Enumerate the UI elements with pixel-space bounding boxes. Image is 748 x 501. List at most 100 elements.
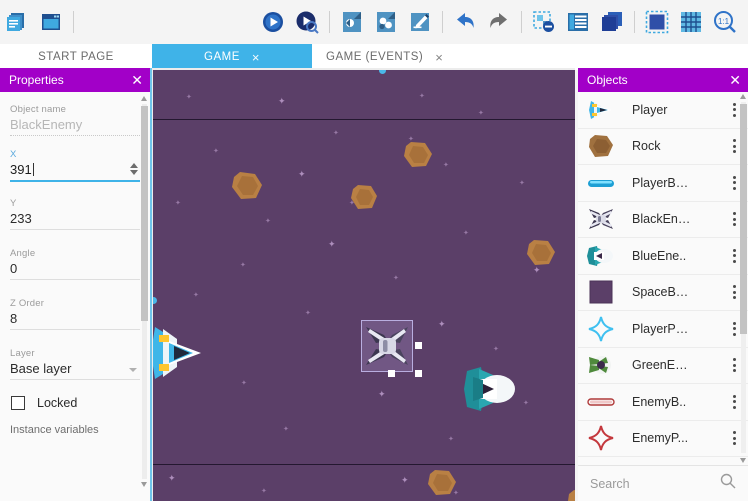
panel-title: Properties [9,73,64,87]
align-list-icon[interactable] [561,5,595,39]
stepper-down-icon[interactable] [130,170,138,175]
star: ✦ [186,94,192,101]
field-label: X [10,149,17,160]
layers-icon[interactable] [595,5,629,39]
stepper-up-icon[interactable] [130,163,138,168]
z-order-input[interactable]: 8 [10,311,140,330]
angle-input[interactable]: 0 [10,261,140,280]
objects-panel: Objects ✕ Player Rock PlayerB… BlackEn… … [578,68,748,501]
field-layer[interactable]: Layer Base layer [10,348,140,380]
selection-handle-corner[interactable] [415,370,422,377]
object-name-input[interactable]: BlackEnemy [10,117,140,136]
layout-view-icon[interactable] [34,5,68,39]
star: ✦ [519,180,525,187]
object-row-spacebackground[interactable]: SpaceB… [578,274,748,311]
run-layout-icon[interactable] [256,5,290,39]
objects-search-bar[interactable]: Search [578,465,748,501]
canvas-top-handle[interactable] [379,70,386,74]
star: ✦ [175,200,181,207]
rock-instance[interactable] [403,140,433,174]
no-snap-icon[interactable] [527,5,561,39]
y-input[interactable]: 233 [10,211,140,230]
field-object-name[interactable]: Object name BlackEnemy [10,104,140,136]
blue-enemy-instance[interactable] [463,363,517,420]
locked-row[interactable]: Locked [11,396,140,410]
close-icon[interactable]: ✕ [131,73,143,87]
tab-close-icon[interactable]: × [435,51,443,64]
selected-object-bounds[interactable] [361,320,413,372]
layer-select[interactable]: Base layer [10,361,140,380]
star: ✦ [213,148,219,155]
zoom-reset-icon[interactable]: 1:1 [708,5,742,39]
scroll-down-icon[interactable] [141,482,147,487]
tab-close-icon[interactable]: × [252,51,260,64]
selection-handle-bottom[interactable] [388,370,395,377]
locked-checkbox[interactable] [11,396,25,410]
layout-canvas-area[interactable]: ✦ ✦ ✦ ✦ ✦ ✦ ✦ ✦ ✦ ✦ ✦ ✦ ✦ ✦ ✦ ✦ ✦ ✦ ✦ ✦ … [150,68,575,501]
objects-scrollbar[interactable] [740,94,747,463]
field-y[interactable]: Y 233 [10,198,140,230]
field-x[interactable]: X 391 [10,149,140,182]
debug-layout-icon[interactable] [290,5,324,39]
object-row-blueenemy[interactable]: BlueEne.. [578,238,748,275]
field-label: Angle [10,248,36,259]
object-types-icon[interactable] [369,5,403,39]
player-particle-icon [586,315,616,343]
objects-list[interactable]: Player Rock PlayerB… BlackEn… BlueEne.. … [578,92,748,465]
object-row-playerbullet[interactable]: PlayerB… [578,165,748,202]
rock-instance[interactable] [427,468,457,501]
selection-handle-right[interactable] [415,342,422,349]
project-bar-icon[interactable] [0,5,34,39]
scrollbar-thumb[interactable] [740,104,747,334]
layer-select-value: Base layer [10,361,72,376]
chevron-down-icon[interactable] [129,368,137,372]
scrollbar-thumb[interactable] [141,106,148,321]
star: ✦ [393,275,399,282]
properties-scrollbar[interactable] [141,96,148,487]
object-name: BlueEne.. [632,248,687,263]
object-row-blackenemy[interactable]: BlackEn… [578,201,748,238]
scroll-down-icon[interactable] [740,458,746,463]
rock-instance[interactable] [567,488,575,501]
search-input[interactable]: Search [590,477,714,491]
fit-selection-icon[interactable] [640,5,674,39]
object-row-enemyparticle[interactable]: EnemyP... [578,420,748,457]
toolbar-separator [442,11,443,33]
layout-canvas[interactable]: ✦ ✦ ✦ ✦ ✦ ✦ ✦ ✦ ✦ ✦ ✦ ✦ ✦ ✦ ✦ ✦ ✦ ✦ ✦ ✦ … [153,70,575,501]
toolbar-separator [521,11,522,33]
search-icon[interactable] [720,473,736,494]
object-row-enemybullet[interactable]: EnemyB.. [578,384,748,421]
layout-bottom-boundary [153,464,575,465]
tab-label: GAME [204,51,240,63]
black-enemy-icon [586,205,616,233]
grid-icon[interactable] [674,5,708,39]
canvas-left-handle[interactable] [153,297,157,304]
x-input[interactable]: 391 [10,162,140,182]
close-icon[interactable]: ✕ [729,73,741,87]
scroll-up-icon[interactable] [740,94,746,99]
panel-title: Objects [587,73,628,87]
star: ✦ [443,162,449,169]
field-angle[interactable]: Angle 0 [10,248,140,280]
star: ✦ [378,389,386,399]
star: ✦ [241,380,247,387]
rock-instance[interactable] [526,238,556,272]
x-stepper[interactable] [130,163,138,175]
object-row-playerparticle[interactable]: PlayerP… [578,311,748,348]
star: ✦ [240,262,246,269]
object-row-greenenemy[interactable]: GreenE… [578,347,748,384]
field-z-order[interactable]: Z Order 8 [10,298,140,330]
rock-instance[interactable] [231,170,263,206]
undo-icon[interactable] [448,5,482,39]
edit-icon[interactable] [403,5,437,39]
player-instance[interactable] [153,323,207,388]
rock-instance[interactable] [350,183,378,216]
scroll-up-icon[interactable] [141,96,147,101]
object-row-player[interactable]: Player [578,92,748,129]
tab-start-page[interactable]: START PAGE [0,44,152,70]
tab-game[interactable]: GAME × [152,44,312,70]
redo-icon[interactable] [482,5,516,39]
tab-game-events[interactable]: GAME (EVENTS) × [312,44,457,70]
object-row-rock[interactable]: Rock [578,128,748,165]
new-object-icon[interactable] [335,5,369,39]
